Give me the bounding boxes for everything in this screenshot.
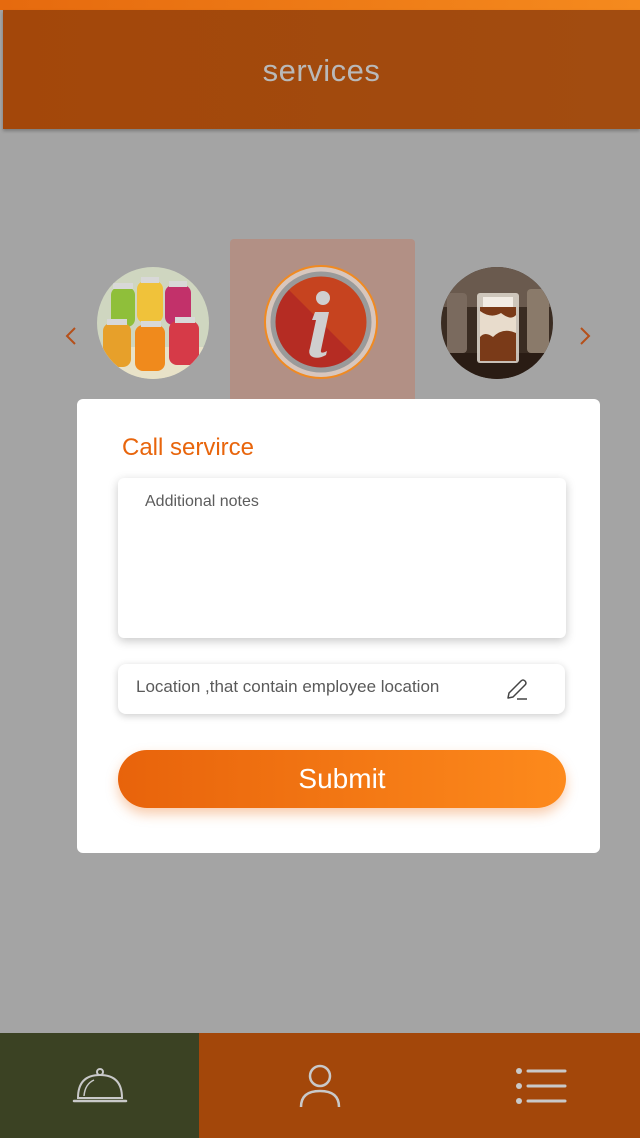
bottom-navigation xyxy=(0,1033,640,1138)
page-title: services xyxy=(262,52,381,88)
call-service-dialog: Call servirce Additional notes Location … xyxy=(77,399,600,853)
submit-button[interactable]: Submit xyxy=(118,750,566,808)
notes-placeholder: Additional notes xyxy=(145,493,259,510)
carousel-prev-button[interactable] xyxy=(64,322,78,350)
additional-notes-field[interactable]: Additional notes xyxy=(118,478,566,638)
chevron-right-icon xyxy=(580,327,591,345)
carousel-item-juices[interactable] xyxy=(97,267,209,379)
user-icon xyxy=(299,1064,341,1107)
page-header: services xyxy=(3,10,640,129)
food-cloche-icon xyxy=(72,1067,127,1102)
carousel-item-iced-coffee[interactable] xyxy=(441,267,553,379)
chevron-left-icon xyxy=(65,327,76,345)
location-text: Location ,that contain employee location xyxy=(136,677,440,696)
edit-icon[interactable] xyxy=(503,676,531,704)
info-icon xyxy=(264,265,378,379)
list-icon xyxy=(515,1067,566,1104)
dialog-title: Call servirce xyxy=(122,434,255,461)
iced-coffee-image xyxy=(441,267,553,379)
nav-item-services[interactable] xyxy=(0,1033,199,1138)
location-field[interactable]: Location ,that contain employee location xyxy=(118,664,565,714)
nav-item-profile[interactable] xyxy=(199,1033,441,1138)
top-accent-bar xyxy=(0,0,640,10)
carousel-next-button[interactable] xyxy=(578,322,592,350)
juice-bottles-image xyxy=(97,267,209,379)
info-badge xyxy=(263,264,379,380)
nav-item-menu[interactable] xyxy=(441,1033,640,1138)
